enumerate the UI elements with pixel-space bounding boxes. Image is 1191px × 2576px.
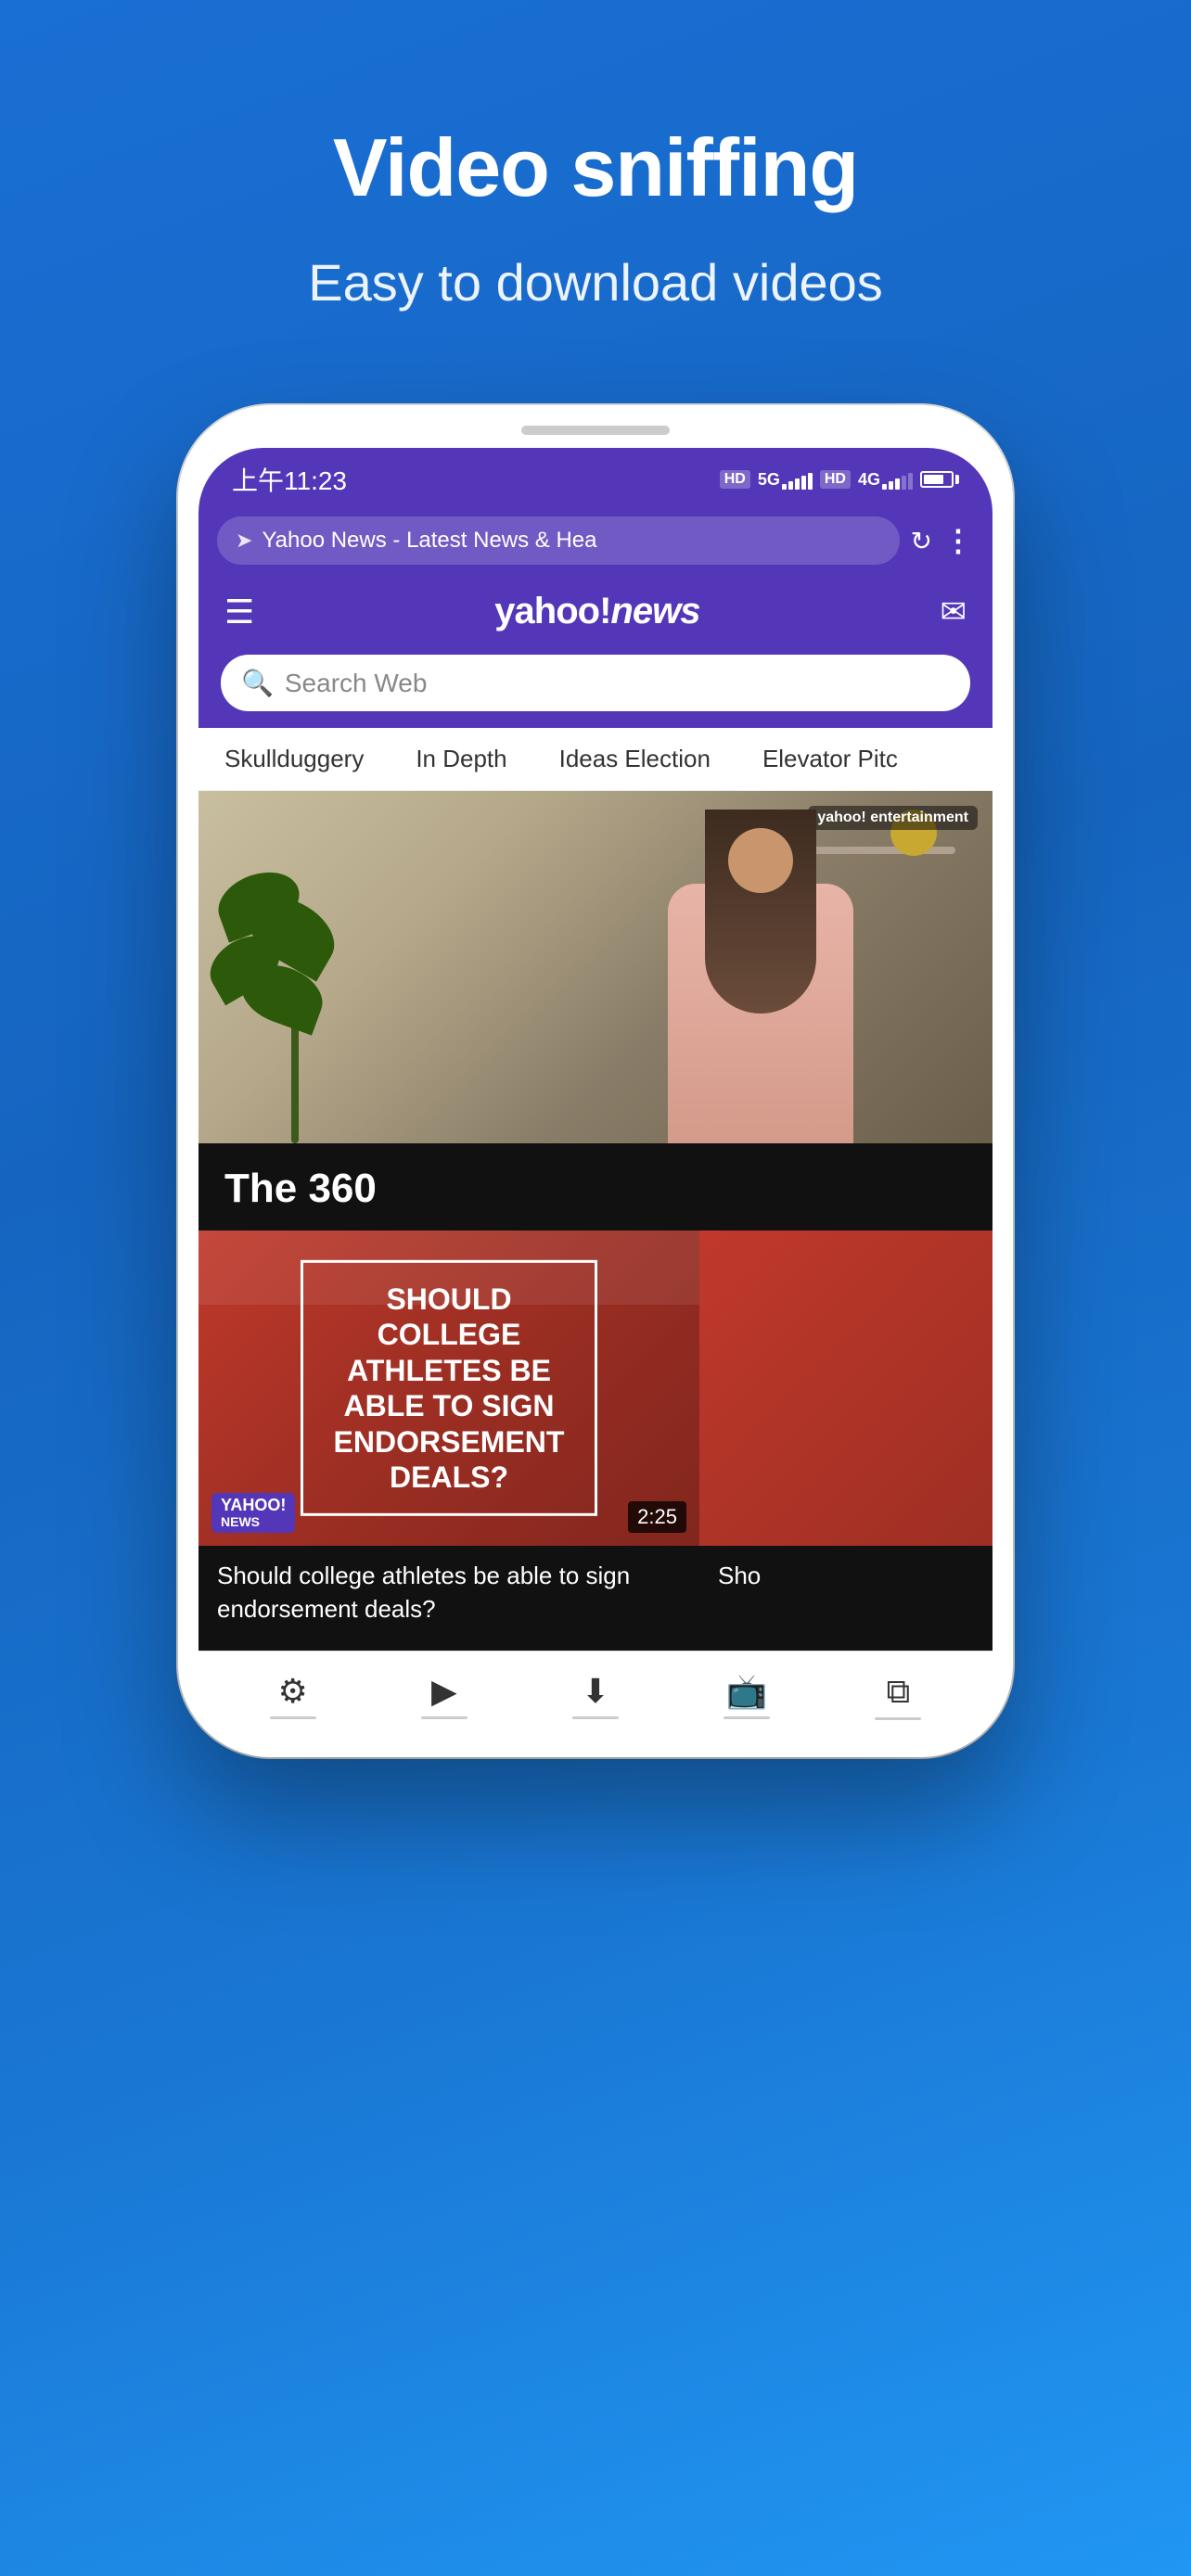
location-icon: ➤	[236, 529, 252, 553]
hd-badge: HD	[720, 470, 750, 489]
status-bar: 上午11:23 HD 5G HD	[198, 448, 992, 507]
section-360-header: The 360	[198, 1143, 992, 1231]
tab-in-depth[interactable]: In Depth	[390, 728, 532, 790]
page-title: Video sniffing	[333, 121, 858, 215]
phone-notch	[521, 426, 670, 435]
hd-badge-2: HD	[820, 470, 851, 489]
screen-button[interactable]: 📺	[724, 1672, 770, 1719]
signal-bars-5g: 5G	[758, 470, 813, 490]
status-time: 上午11:23	[232, 461, 347, 498]
download-button[interactable]: ⬇	[572, 1672, 619, 1719]
settings-button[interactable]: ⚙	[270, 1672, 316, 1719]
video-duration: 2:25	[628, 1501, 686, 1533]
search-bar-container: 🔍 Search Web	[198, 645, 992, 728]
battery-icon	[920, 471, 959, 488]
download-line	[572, 1716, 619, 1719]
search-placeholder: Search Web	[285, 669, 428, 698]
search-icon: 🔍	[241, 668, 274, 698]
browser-menu-icon[interactable]: ⋮	[943, 523, 974, 558]
yahoo-news-text: news	[610, 591, 699, 631]
video-cards-row: SHOULD COLLEGE ATHLETES BE ABLE TO SIGN …	[198, 1231, 992, 1651]
phone-shell: 上午11:23 HD 5G HD	[178, 405, 1013, 1757]
phone-screen: 上午11:23 HD 5G HD	[198, 448, 992, 1737]
page-subtitle: Easy to download videos	[308, 252, 883, 312]
tab-ideas-election[interactable]: Ideas Election	[533, 728, 736, 790]
settings-icon: ⚙	[277, 1672, 307, 1711]
browser-url-bar[interactable]: ➤ Yahoo News - Latest News & Hea	[217, 516, 900, 565]
status-icons: HD 5G HD 4G	[720, 470, 959, 490]
copy-button[interactable]: ⧉	[875, 1672, 921, 1720]
yahoo-watermark: yahoo! entertainment	[808, 806, 978, 830]
yahoo-logo-text: yahoo!	[494, 591, 610, 631]
copy-line	[875, 1717, 921, 1720]
tab-skullduggery[interactable]: Skullduggery	[198, 728, 390, 790]
video-card-2-thumb[interactable]	[699, 1231, 992, 1546]
4g-label: 4G	[858, 470, 880, 490]
play-icon: ▶	[431, 1672, 457, 1711]
play-line	[421, 1716, 467, 1719]
browser-url-text: Yahoo News - Latest News & Hea	[262, 528, 880, 554]
video-card-1[interactable]: SHOULD COLLEGE ATHLETES BE ABLE TO SIGN …	[198, 1231, 699, 1632]
endorsement-text: SHOULD COLLEGE ATHLETES BE ABLE TO SIGN …	[326, 1282, 572, 1495]
plant-decoration	[226, 847, 375, 1143]
screen-icon: 📺	[726, 1672, 768, 1711]
section-360-title: The 360	[224, 1166, 967, 1212]
mail-icon[interactable]: ✉	[940, 593, 967, 631]
screen-line	[724, 1716, 770, 1719]
settings-line	[270, 1716, 316, 1719]
endorsement-box: SHOULD COLLEGE ATHLETES BE ABLE TO SIGN …	[301, 1260, 597, 1516]
signal-bars-4g: 4G	[858, 470, 913, 490]
yahoo-news-header: ☰ yahoo!news ✉	[198, 578, 992, 645]
video-card-2-caption: Sho	[699, 1546, 992, 1598]
video-card-2[interactable]: Sho	[699, 1231, 992, 1632]
video-card-1-thumb[interactable]: SHOULD COLLEGE ATHLETES BE ABLE TO SIGN …	[198, 1231, 699, 1546]
refresh-icon[interactable]: ↻	[911, 526, 932, 556]
5g-label: 5G	[758, 470, 780, 490]
play-button[interactable]: ▶	[421, 1672, 467, 1719]
search-input-wrapper[interactable]: 🔍 Search Web	[221, 655, 970, 711]
nav-tabs: Skullduggery In Depth Ideas Election Ele…	[198, 728, 992, 791]
main-video-thumb[interactable]: yahoo! entertainment	[198, 791, 992, 1143]
yahoo-news-logo: yahoo!news	[494, 591, 699, 632]
main-video-section[interactable]: yahoo! entertainment	[198, 791, 992, 1143]
yahoo-news-badge: YAHOO! NEWS	[211, 1493, 295, 1533]
tab-elevator-pitch[interactable]: Elevator Pitc	[736, 728, 924, 790]
browser-bar: ➤ Yahoo News - Latest News & Hea ↻ ⋮	[198, 507, 992, 578]
video-card-1-caption: Should college athletes be able to sign …	[198, 1546, 699, 1632]
phone-mockup: 上午11:23 HD 5G HD	[178, 405, 1013, 1757]
copy-icon: ⧉	[886, 1672, 910, 1712]
bottom-toolbar: ⚙ ▶ ⬇ 📺 ⧉	[198, 1651, 992, 1737]
hamburger-menu-icon[interactable]: ☰	[224, 595, 254, 629]
person-silhouette	[640, 810, 881, 1143]
download-icon: ⬇	[582, 1672, 609, 1711]
